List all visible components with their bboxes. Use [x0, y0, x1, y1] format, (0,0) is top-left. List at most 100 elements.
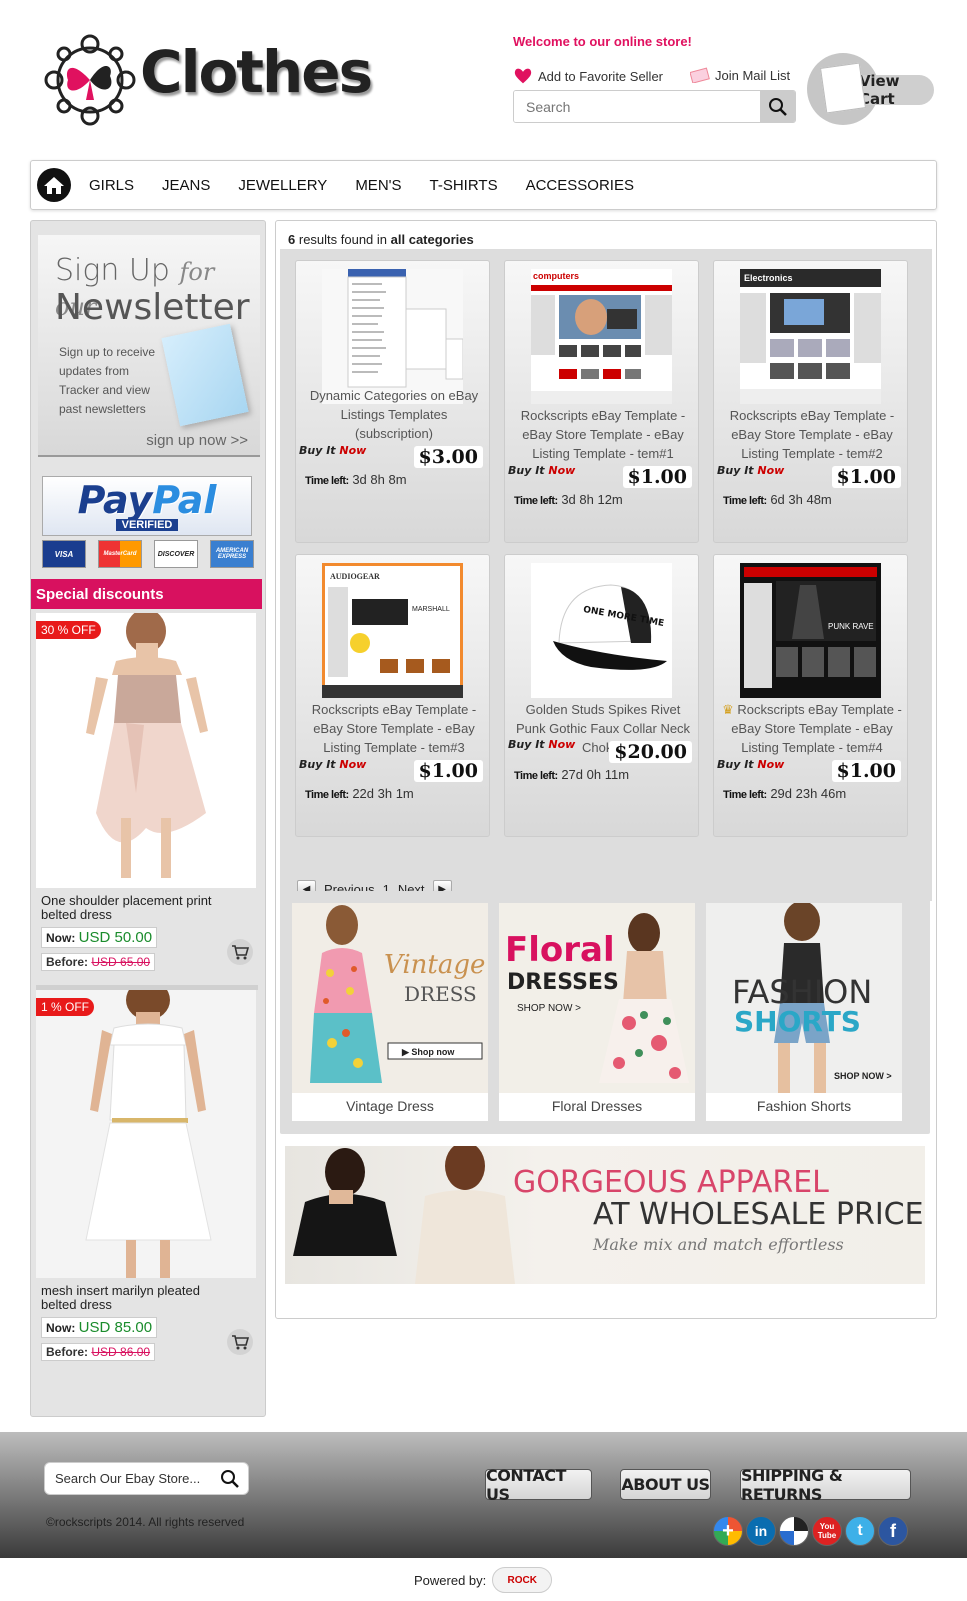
buy-it-now-label: Buy It Now [299, 444, 367, 457]
trucker-cap-image: ONE MORE TIME [531, 563, 672, 698]
listing-grid: Dynamic Categories on eBay Listings Temp… [280, 249, 932, 901]
product-image[interactable]: 30 % OFF [36, 613, 256, 888]
listing-thumbnail[interactable]: ONE MORE TIME [531, 563, 672, 698]
vintage-dress-image: Vintage DRESS ▶ Shop now [292, 903, 488, 1093]
nav-item-girls[interactable]: GIRLS [89, 177, 134, 194]
listing-title[interactable]: Rockscripts eBay Template - eBay Store T… [304, 700, 484, 757]
discount-product[interactable]: 1 % OFF mesh insert marilyn pleated belt… [36, 985, 258, 1361]
time-left: Time left: 22d 3h 1m [305, 786, 414, 801]
linkedin-icon[interactable]: in [746, 1516, 776, 1546]
nav-item-tshirts[interactable]: T-SHIRTS [430, 177, 498, 194]
listing-thumbnail[interactable]: PUNK RAVE [740, 563, 881, 698]
promo-image[interactable]: Floral DRESSES SHOP NOW > [499, 903, 695, 1093]
paypal-verified-badge: PayPal VERIFIED [42, 476, 252, 536]
svg-text:DRESSES: DRESSES [507, 970, 619, 995]
listing-title[interactable]: ♛ Rockscripts eBay Template - eBay Store… [722, 700, 902, 757]
twitter-icon[interactable]: t [845, 1516, 875, 1546]
listing-tile[interactable]: computers Rockscripts eBay Template - eB… [504, 260, 699, 543]
promo-vintage-dress[interactable]: Vintage DRESS ▶ Shop now Vintage Dress [292, 903, 488, 1121]
promo-caption[interactable]: Floral Dresses [499, 1093, 695, 1119]
punk-rave-template-image: PUNK RAVE [740, 563, 881, 698]
youtube-icon[interactable]: You Tube [812, 1516, 842, 1546]
discount-badge: 30 % OFF [36, 621, 101, 639]
buy-it-now-label: Buy It Now [508, 464, 576, 477]
home-button[interactable] [37, 168, 71, 202]
search-input[interactable] [514, 91, 760, 122]
svg-text:MARSHALL: MARSHALL [412, 606, 450, 613]
visa-card-icon: VISA [42, 540, 86, 568]
price-block: Now: USD 85.00 Before: USD 86.00 [41, 1317, 258, 1361]
footer-search-input[interactable]: Search Our Ebay Store... [44, 1462, 249, 1495]
promo-image[interactable]: Vintage DRESS ▶ Shop now [292, 903, 488, 1093]
svg-text:▶ Shop now: ▶ Shop now [401, 1047, 455, 1057]
discount-product[interactable]: 30 % OFF One shoulder placement print be… [36, 613, 258, 971]
product-name[interactable]: mesh insert marilyn pleated belted dress [41, 1284, 231, 1312]
promo-floral-dresses[interactable]: Floral DRESSES SHOP NOW > Floral Dresses [499, 903, 695, 1121]
time-left: Time left: 6d 3h 48m [723, 492, 832, 507]
about-us-button[interactable]: ABOUT US [620, 1469, 711, 1500]
wholesale-banner[interactable]: GORGEOUS APPAREL AT WHOLESALE PRICES Mak… [285, 1146, 925, 1284]
promo-image[interactable]: FASHION SHORTS SHOP NOW > [706, 903, 902, 1093]
newsletter-description: Sign up to receive updates from Tracker … [59, 345, 156, 416]
svg-text:Make mix and match effortless: Make mix and match effortless [592, 1235, 844, 1254]
listing-tile[interactable]: Electronics Rockscripts eBay Template - … [713, 260, 908, 543]
product-image[interactable]: 1 % OFF [36, 990, 256, 1278]
promo-caption[interactable]: Vintage Dress [292, 1093, 488, 1119]
heart-icon [513, 67, 533, 85]
now-price: Now: USD 85.00 [41, 1317, 158, 1338]
nav-item-mens[interactable]: MEN'S [355, 177, 401, 194]
search-button[interactable] [760, 91, 795, 122]
add-favorite-seller-link[interactable]: Add to Favorite Seller [513, 67, 663, 85]
delicious-icon[interactable] [779, 1516, 809, 1546]
powered-by: Powered by: ROCK [414, 1567, 553, 1593]
payment-cards: VISA MasterCard DISCOVER AMERICAN EXPRES… [42, 540, 254, 568]
facebook-icon[interactable]: f [878, 1516, 908, 1546]
nav-item-accessories[interactable]: ACCESSORIES [526, 177, 634, 194]
listing-price: $1.00 [622, 466, 692, 488]
listing-tile[interactable]: Dynamic Categories on eBay Listings Temp… [295, 260, 490, 543]
computers-template-image: computers [531, 269, 672, 404]
listing-tile[interactable]: PUNK RAVE ♛ Rockscripts eBay Template - … [713, 554, 908, 837]
add-to-cart-button[interactable] [227, 939, 253, 965]
store-logo[interactable]: Clothes [42, 30, 373, 135]
svg-text:Electronics: Electronics [744, 273, 793, 283]
svg-text:AUDIOGEAR: AUDIOGEAR [330, 572, 380, 581]
listing-tile[interactable]: ONE MORE TIME Golden Studs Spikes Rivet … [504, 554, 699, 837]
svg-text:Vintage: Vintage [384, 950, 485, 980]
svg-text:DRESS: DRESS [404, 982, 477, 1006]
nav-item-jeans[interactable]: JEANS [162, 177, 210, 194]
listing-title[interactable]: Rockscripts eBay Template - eBay Store T… [722, 406, 902, 463]
results-summary: 6 results found in all categories [288, 232, 474, 247]
special-discounts-header: Special discounts [31, 579, 262, 609]
add-to-cart-button[interactable] [227, 1329, 253, 1355]
time-left: Time left: 3d 8h 12m [514, 492, 623, 507]
listing-thumbnail[interactable]: Electronics [740, 269, 881, 404]
contact-us-button[interactable]: CONTACT US [485, 1466, 592, 1504]
newsletter-signup-link[interactable]: sign up now >> [146, 432, 248, 449]
svg-text:GORGEOUS APPAREL: GORGEOUS APPAREL [513, 1165, 829, 1200]
listing-thumbnail[interactable] [322, 269, 463, 404]
listing-title[interactable]: Rockscripts eBay Template - eBay Store T… [513, 406, 693, 463]
listing-tile[interactable]: AUDIOGEAR MARSHALL Rockscripts eBay Temp… [295, 554, 490, 837]
join-mail-list-link[interactable]: Join Mail List [690, 67, 790, 83]
welcome-text: Welcome to our online store! [513, 34, 692, 49]
listing-price: $1.00 [413, 760, 483, 782]
nav-item-jewellery[interactable]: JEWELLERY [238, 177, 327, 194]
promo-caption[interactable]: Fashion Shorts [706, 1093, 902, 1119]
rockscripts-logo[interactable]: ROCK [492, 1567, 553, 1593]
powered-by-label: Powered by: [414, 1572, 487, 1588]
promo-fashion-shorts[interactable]: FASHION SHORTS SHOP NOW > Fashion Shorts [706, 903, 902, 1121]
view-cart-button[interactable]: View Cart [807, 53, 934, 125]
product-name[interactable]: One shoulder placement print belted dres… [41, 894, 231, 922]
listing-thumbnail[interactable]: computers [531, 269, 672, 404]
listing-thumbnail[interactable]: AUDIOGEAR MARSHALL [322, 563, 463, 698]
svg-text:PUNK RAVE: PUNK RAVE [828, 622, 874, 631]
shipping-returns-button[interactable]: SHIPPING & RETURNS [740, 1466, 911, 1504]
footer-search-placeholder: Search Our Ebay Store... [55, 1471, 201, 1486]
search-icon[interactable] [220, 1469, 240, 1489]
google-plus-icon[interactable]: + [713, 1516, 743, 1546]
listing-title[interactable]: Dynamic Categories on eBay Listings Temp… [304, 386, 484, 443]
svg-text:Floral: Floral [505, 930, 615, 970]
newsletter-banner[interactable]: Sign Up for our Newsletter Sign up to re… [38, 235, 260, 457]
listing-price: $1.00 [831, 466, 901, 488]
